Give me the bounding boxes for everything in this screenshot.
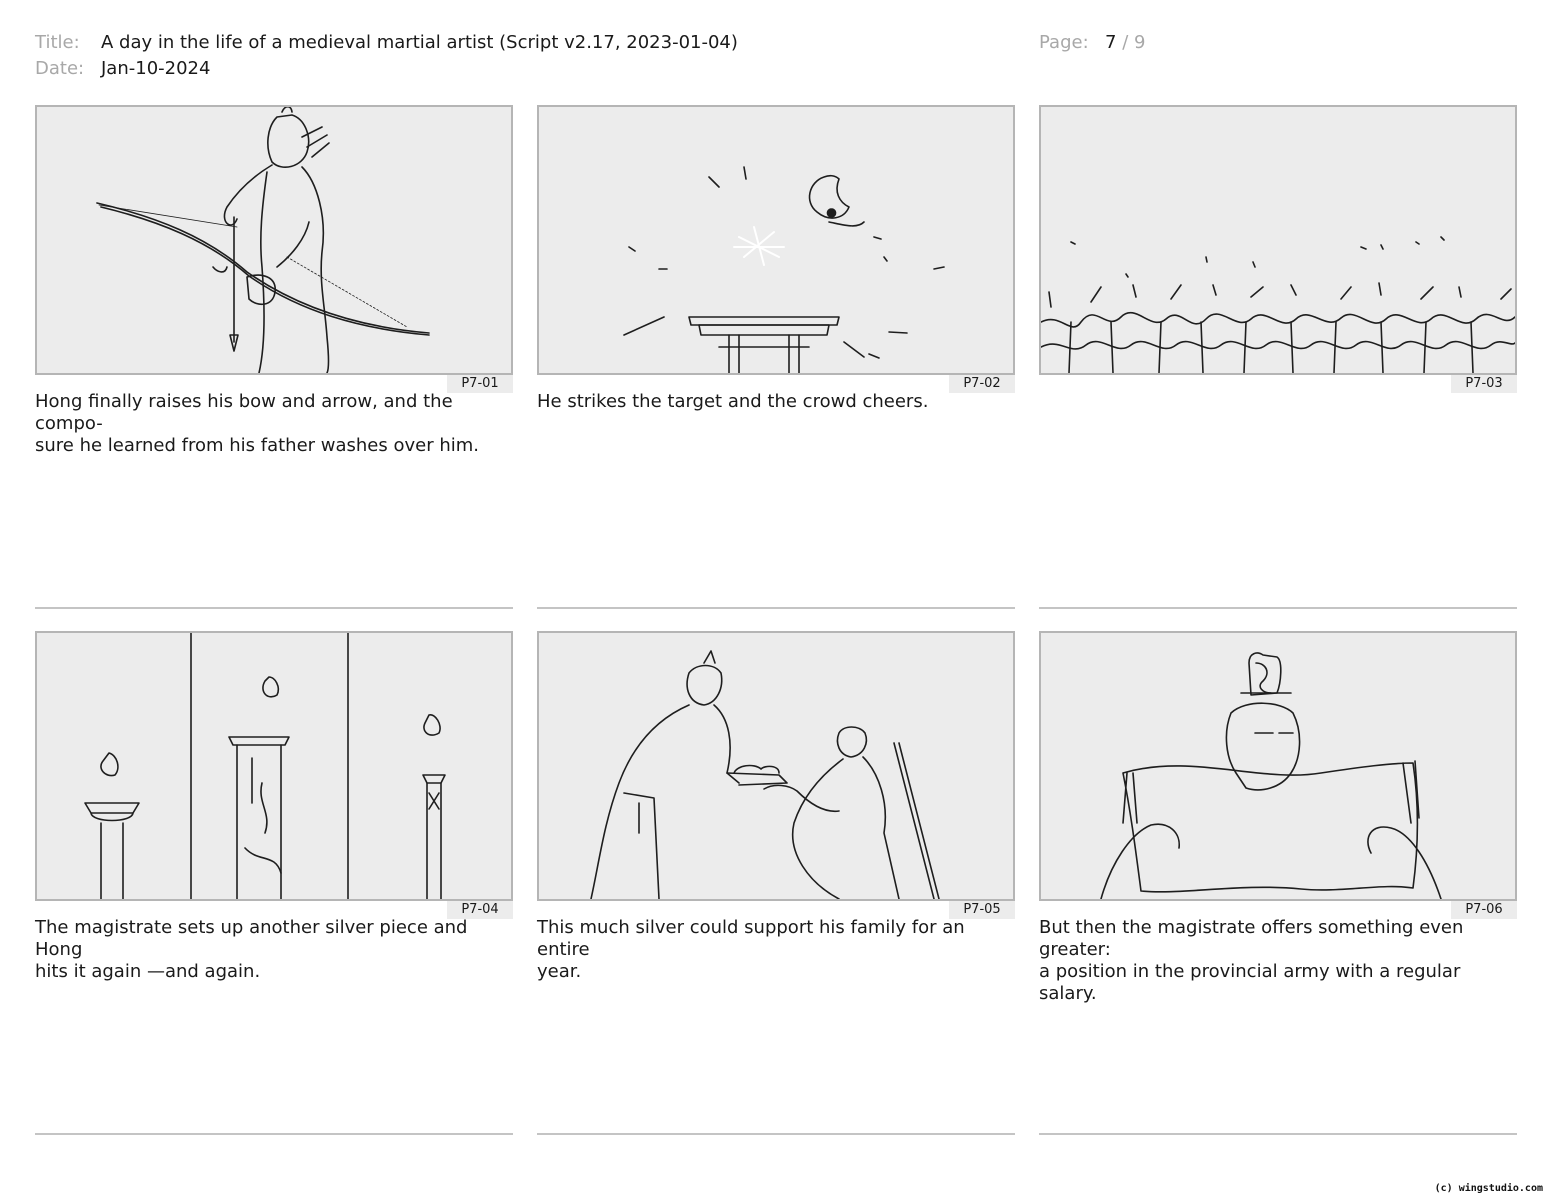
caption-divider <box>537 1133 1015 1135</box>
page-separator: / <box>1122 32 1129 53</box>
panel-image-2 <box>537 105 1015 375</box>
panel-caption-1: Hong finally raises his bow and arrow, a… <box>35 391 513 457</box>
caption-line: Hong finally raises his bow and arrow, a… <box>35 391 453 434</box>
date-value: Jan-10-2024 <box>101 58 211 79</box>
page-label: Page: <box>1039 32 1089 53</box>
panel-image-3 <box>1039 105 1517 375</box>
caption-line: But then the magistrate offers something… <box>1039 917 1464 960</box>
panel-image-5 <box>537 631 1015 901</box>
caption-line: This much silver could support his famil… <box>537 917 965 960</box>
copyright-credit: (c) wingstudio.com <box>1434 1183 1543 1194</box>
caption-line: a position in the provincial army with a… <box>1039 961 1461 1004</box>
archer-drawing-icon <box>96 107 430 373</box>
panel-caption-4: The magistrate sets up another silver pi… <box>35 917 513 983</box>
target-strike-drawing-icon <box>623 166 945 373</box>
caption-line: sure he learned from his father washes o… <box>35 435 479 456</box>
page-total: 9 <box>1134 32 1146 53</box>
caption-divider <box>35 1133 513 1135</box>
panel-image-1 <box>35 105 513 375</box>
page-current: 7 <box>1105 32 1117 53</box>
date-label: Date: <box>35 58 85 79</box>
cheering-crowd-drawing-icon <box>1041 236 1515 373</box>
silver-pillars-drawing-icon <box>84 633 446 899</box>
title-row: Title: A day in the life of a medieval m… <box>35 31 935 55</box>
caption-divider <box>35 607 513 609</box>
date-row: Date: Jan-10-2024 <box>35 57 435 81</box>
title-label: Title: <box>35 32 80 53</box>
panel-caption-2: He strikes the target and the crowd chee… <box>537 391 1015 413</box>
caption-line: The magistrate sets up another silver pi… <box>35 917 468 960</box>
caption-divider <box>1039 607 1517 609</box>
magistrate-scroll-drawing-icon <box>1100 652 1442 899</box>
panel-caption-6: But then the magistrate offers something… <box>1039 917 1517 1005</box>
panel-image-4 <box>35 631 513 901</box>
caption-divider <box>537 607 1015 609</box>
title-value: A day in the life of a medieval martial … <box>101 32 738 53</box>
panel-image-6 <box>1039 631 1517 901</box>
caption-line: hits it again —and again. <box>35 961 261 982</box>
caption-line: year. <box>537 961 582 982</box>
page-indicator: Page: 7 / 9 <box>1039 31 1239 55</box>
panel-id-3: P7-03 <box>1451 375 1517 393</box>
silver-offering-drawing-icon <box>590 650 940 899</box>
caption-divider <box>1039 1133 1517 1135</box>
panel-caption-5: This much silver could support his famil… <box>537 917 1015 983</box>
caption-line: He strikes the target and the crowd chee… <box>537 391 929 412</box>
